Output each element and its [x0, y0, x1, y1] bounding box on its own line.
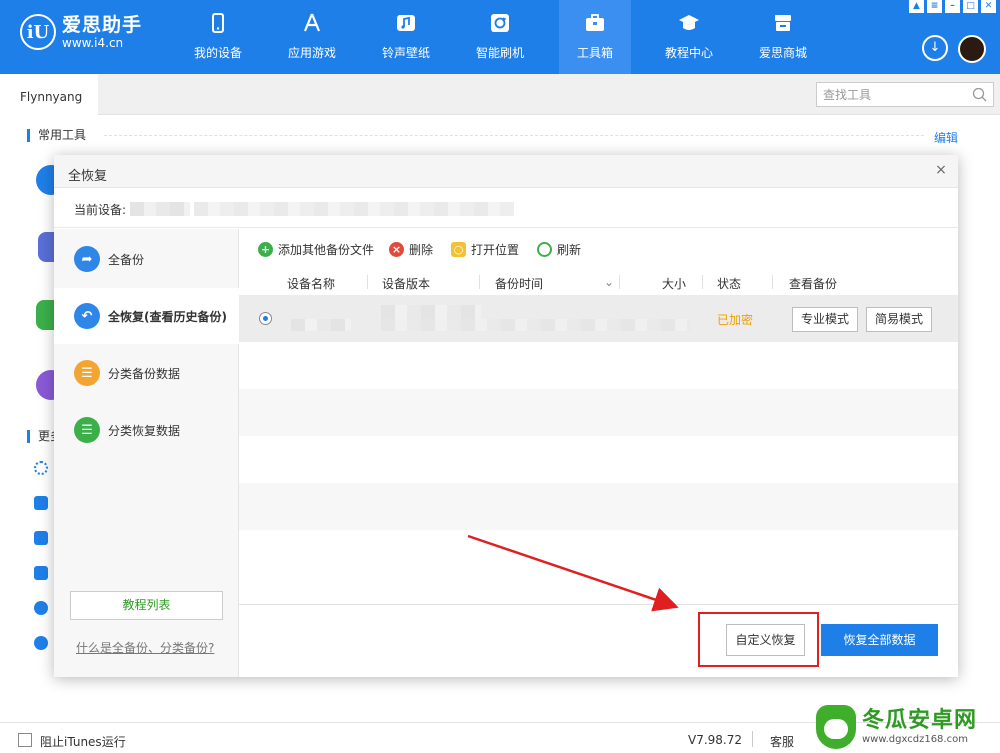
nav-smart-flash[interactable]: 智能刷机	[464, 0, 536, 74]
loading-icon[interactable]	[34, 461, 48, 475]
tool-icon[interactable]	[34, 496, 48, 510]
nav-toolbox[interactable]: 工具箱	[559, 0, 631, 74]
nav-ringtones[interactable]: 铃声壁纸	[370, 0, 442, 74]
nav-label: 教程中心	[664, 46, 713, 60]
download-icon[interactable]: ↓	[922, 35, 948, 61]
nav-label: 爱思商城	[758, 46, 807, 60]
brand-name: 爱思助手	[62, 14, 143, 36]
full-restore-dialog: 全恢复 × 当前设备: ➦ 全备份 ↶ 全恢复(查看历史备份) ☰ 分类备份数据…	[54, 155, 958, 677]
red-arrow-annotation	[467, 534, 679, 612]
nav-label: 智能刷机	[475, 46, 524, 60]
tool-icon[interactable]	[34, 601, 48, 615]
nav-my-device[interactable]: 我的设备	[182, 0, 254, 74]
watermark-url: www.dgxcdz168.com	[862, 733, 968, 745]
search-input[interactable]	[817, 83, 967, 106]
nav-label: 工具箱	[576, 46, 613, 60]
flash-icon	[491, 14, 509, 32]
tool-icon[interactable]	[34, 636, 48, 650]
store-icon	[775, 15, 791, 31]
nav-apps-games[interactable]: 应用游戏	[276, 0, 348, 74]
menu-icon[interactable]: ≡	[927, 0, 942, 13]
search-box	[816, 82, 994, 107]
avatar[interactable]	[958, 35, 986, 63]
close-icon[interactable]: ✕	[981, 0, 996, 13]
common-tools-title: 常用工具	[27, 129, 86, 142]
tab-device[interactable]: Flynnyang	[0, 74, 98, 115]
app-store-icon	[303, 13, 321, 32]
window-controls: ▲ ≡ – □ ✕	[909, 0, 996, 13]
nav-label: 我的设备	[193, 46, 242, 60]
minimize-icon[interactable]: –	[945, 0, 960, 13]
ringtone-icon	[397, 15, 415, 31]
i4-logo-icon: iU	[20, 14, 56, 50]
block-itunes-checkbox[interactable]	[18, 733, 32, 747]
maximize-icon[interactable]: □	[963, 0, 978, 13]
nav-store[interactable]: 爱思商城	[747, 0, 819, 74]
version-label: V7.98.72	[688, 733, 743, 747]
toolbox-icon	[586, 14, 604, 31]
edit-link[interactable]: 编辑	[934, 129, 958, 146]
divider	[752, 731, 753, 747]
block-itunes-label: 阻止iTunes运行	[40, 735, 126, 749]
tool-icon[interactable]	[34, 531, 48, 545]
tool-icon[interactable]	[34, 566, 48, 580]
watermark-logo-icon	[816, 704, 856, 749]
tab-bar: Flynnyang	[0, 74, 1000, 115]
phone-icon	[212, 13, 224, 33]
top-nav-bar: iU 爱思助手 www.i4.cn 我的设备 应用游戏 铃声壁纸 智能刷机 工具…	[0, 0, 1000, 74]
nav-label: 铃声壁纸	[381, 46, 430, 60]
divider	[104, 135, 924, 136]
search-icon[interactable]	[972, 87, 987, 102]
brand-url: www.i4.cn	[62, 36, 124, 50]
site-watermark: 冬瓜安卓网 www.dgxcdz168.com	[816, 700, 1000, 753]
graduation-cap-icon	[679, 15, 699, 30]
app-logo: iU 爱思助手 www.i4.cn	[20, 14, 142, 50]
shirt-icon[interactable]: ▲	[909, 0, 924, 13]
watermark-name: 冬瓜安卓网	[862, 707, 978, 733]
customer-service-link[interactable]: 客服	[770, 733, 794, 750]
nav-tutorial-center[interactable]: 教程中心	[653, 0, 725, 74]
nav-label: 应用游戏	[287, 46, 336, 60]
